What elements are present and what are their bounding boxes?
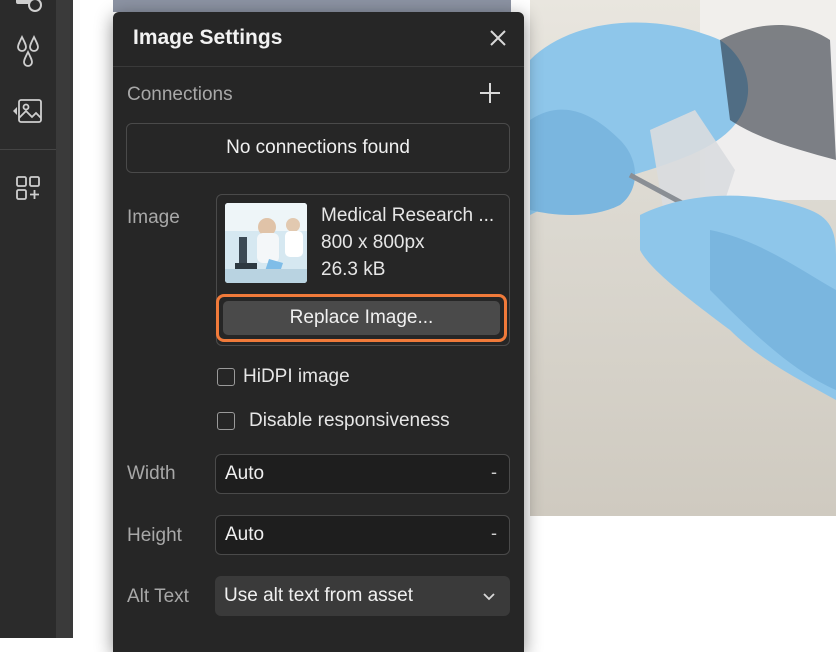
image-name: Medical Research ...	[321, 205, 495, 226]
height-value: Auto	[225, 524, 265, 545]
panel-header: Image Settings	[113, 12, 524, 67]
hidpi-checkbox[interactable]	[217, 368, 235, 386]
connections-label: Connections	[127, 84, 233, 105]
close-icon[interactable]	[486, 26, 510, 50]
disable-responsiveness-label: Disable responsiveness	[249, 410, 450, 431]
replace-image-highlight: Replace Image...	[216, 294, 507, 342]
add-connection-icon[interactable]	[477, 80, 503, 106]
sidebar-divider	[0, 149, 56, 150]
panel-title: Image Settings	[133, 26, 283, 49]
drops-icon[interactable]	[10, 33, 46, 69]
image-asset-icon[interactable]	[10, 93, 46, 129]
width-value: Auto	[225, 463, 265, 484]
image-settings-panel: Image Settings Connections No connection…	[113, 12, 524, 652]
replace-image-button[interactable]: Replace Image...	[223, 301, 500, 335]
canvas-photo[interactable]	[530, 0, 836, 516]
height-field[interactable]: Auto -	[215, 515, 510, 555]
image-thumbnail[interactable]	[225, 203, 307, 283]
alt-text-select[interactable]: Use alt text from asset	[215, 576, 510, 616]
add-apps-icon[interactable]	[10, 170, 46, 206]
image-filesize: 26.3 kB	[321, 259, 386, 280]
width-unit[interactable]: -	[491, 462, 497, 483]
width-label: Width	[127, 463, 176, 484]
image-label: Image	[127, 207, 180, 228]
no-connections-text: No connections found	[226, 137, 410, 158]
height-label: Height	[127, 525, 182, 546]
cms-icon[interactable]	[10, 0, 46, 20]
hidpi-label: HiDPI image	[243, 366, 350, 387]
alt-text-label: Alt Text	[127, 586, 189, 607]
chevron-down-icon	[482, 589, 496, 603]
selected-element-edge	[113, 0, 511, 12]
no-connections-box: No connections found	[126, 123, 510, 173]
left-sidebar	[0, 0, 56, 638]
alt-text-value: Use alt text from asset	[224, 585, 414, 606]
image-dimensions: 800 x 800px	[321, 232, 425, 253]
disable-responsiveness-checkbox[interactable]	[217, 412, 235, 430]
width-field[interactable]: Auto -	[215, 454, 510, 494]
sidebar-gutter	[56, 0, 73, 638]
height-unit[interactable]: -	[491, 523, 497, 544]
